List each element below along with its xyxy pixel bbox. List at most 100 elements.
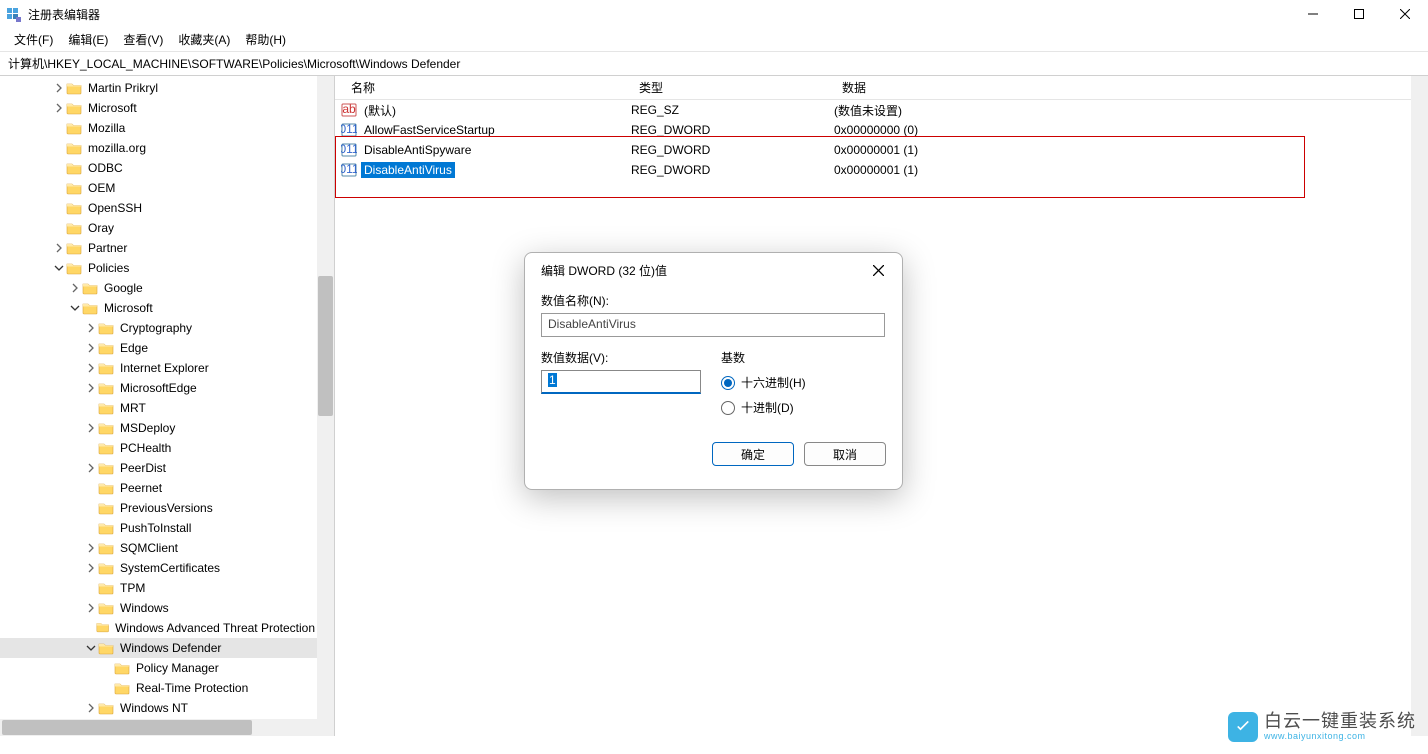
maximize-button[interactable] [1336, 0, 1382, 28]
tree-item[interactable]: Real-Time Protection [0, 678, 317, 698]
tree-item[interactable]: Partner [0, 238, 317, 258]
tree-item[interactable]: MRT [0, 398, 317, 418]
tree-item-label: SQMClient [118, 540, 180, 556]
tree-item[interactable]: ODBC [0, 158, 317, 178]
folder-icon [66, 121, 82, 135]
folder-icon [66, 261, 82, 275]
svg-text:011: 011 [341, 162, 357, 176]
tree-item[interactable]: PushToInstall [0, 518, 317, 538]
folder-icon [66, 141, 82, 155]
chevron-right-icon[interactable] [84, 701, 98, 715]
menu-view[interactable]: 查看(V) [117, 28, 169, 51]
column-data[interactable]: 数据 [834, 75, 1428, 100]
tree-item[interactable]: Mozilla [0, 118, 317, 138]
value-row[interactable]: 011DisableAntiVirusREG_DWORD0x00000001 (… [335, 160, 1428, 180]
ok-button[interactable]: 确定 [712, 442, 794, 466]
list-vertical-scrollbar[interactable] [1411, 76, 1428, 736]
tree-item[interactable]: SQMClient [0, 538, 317, 558]
list-body[interactable]: ab(默认)REG_SZ(数值未设置)011AllowFastServiceSt… [335, 100, 1428, 180]
tree-item[interactable]: Oray [0, 218, 317, 238]
tree-viewport[interactable]: Martin PrikrylMicrosoftMozillamozilla.or… [0, 76, 317, 719]
tree-item[interactable]: OEM [0, 178, 317, 198]
tree-item[interactable]: Microsoft [0, 98, 317, 118]
dialog-title: 编辑 DWORD (32 位)值 [541, 262, 864, 279]
chevron-right-icon[interactable] [84, 461, 98, 475]
chevron-right-icon[interactable] [52, 241, 66, 255]
tree-item-label: PeerDist [118, 460, 168, 476]
value-data-field[interactable]: 1 [541, 370, 701, 394]
menu-help[interactable]: 帮助(H) [239, 28, 292, 51]
menu-file[interactable]: 文件(F) [8, 28, 59, 51]
chevron-right-icon[interactable] [84, 341, 98, 355]
value-name-field[interactable]: DisableAntiVirus [541, 313, 885, 337]
tree-item[interactable]: PreviousVersions [0, 498, 317, 518]
tree-item[interactable]: Policies [0, 258, 317, 278]
column-type[interactable]: 类型 [631, 75, 834, 100]
tree-item-label: PreviousVersions [118, 500, 215, 516]
tree-item[interactable]: Google [0, 278, 317, 298]
radix-label: 基数 [721, 349, 806, 366]
tree-item[interactable]: TPM [0, 578, 317, 598]
dialog-close-button[interactable] [864, 257, 892, 285]
tree-item[interactable]: Edge [0, 338, 317, 358]
tree-item[interactable]: MicrosoftEdge [0, 378, 317, 398]
chevron-placeholder [100, 681, 114, 695]
tree-horizontal-scrollbar[interactable] [0, 719, 317, 736]
chevron-right-icon[interactable] [52, 101, 66, 115]
chevron-right-icon[interactable] [84, 421, 98, 435]
tree-item[interactable]: Microsoft [0, 298, 317, 318]
watermark-icon [1228, 712, 1258, 742]
tree-item[interactable]: Policy Manager [0, 658, 317, 678]
folder-icon [98, 641, 114, 655]
folder-icon [98, 361, 114, 375]
chevron-right-icon[interactable] [52, 81, 66, 95]
menu-favorites[interactable]: 收藏夹(A) [172, 28, 236, 51]
menu-edit[interactable]: 编辑(E) [62, 28, 114, 51]
tree-item[interactable]: Windows [0, 598, 317, 618]
tree-item-label: OEM [86, 180, 117, 196]
close-button[interactable] [1382, 0, 1428, 28]
tree-item[interactable]: Windows Advanced Threat Protection [0, 618, 317, 638]
radix-hex-option[interactable]: 十六进制(H) [721, 374, 806, 391]
chevron-placeholder [84, 621, 96, 635]
address-bar[interactable]: 计算机\HKEY_LOCAL_MACHINE\SOFTWARE\Policies… [0, 52, 1428, 76]
tree-item[interactable]: PeerDist [0, 458, 317, 478]
value-name: DisableAntiSpyware [361, 142, 474, 158]
tree-item[interactable]: OpenSSH [0, 198, 317, 218]
chevron-right-icon[interactable] [84, 601, 98, 615]
tree-item[interactable]: Windows Defender [0, 638, 317, 658]
tree-item[interactable]: SystemCertificates [0, 558, 317, 578]
chevron-placeholder [52, 181, 66, 195]
tree-item[interactable]: Windows NT [0, 698, 317, 718]
value-row[interactable]: 011AllowFastServiceStartupREG_DWORD0x000… [335, 120, 1428, 140]
tree-item[interactable]: mozilla.org [0, 138, 317, 158]
tree-vertical-scrollbar[interactable] [317, 76, 334, 719]
tree-item[interactable]: MSDeploy [0, 418, 317, 438]
chevron-right-icon[interactable] [68, 281, 82, 295]
chevron-right-icon[interactable] [84, 361, 98, 375]
column-name[interactable]: 名称 [335, 75, 631, 100]
tree-item[interactable]: Martin Prikryl [0, 78, 317, 98]
chevron-right-icon[interactable] [84, 381, 98, 395]
radix-dec-option[interactable]: 十进制(D) [721, 399, 806, 416]
cancel-button[interactable]: 取消 [804, 442, 886, 466]
folder-icon [66, 221, 82, 235]
tree-item[interactable]: PCHealth [0, 438, 317, 458]
folder-icon [98, 541, 114, 555]
tree-pane: Martin PrikrylMicrosoftMozillamozilla.or… [0, 76, 335, 736]
tree-item-label: MRT [118, 400, 148, 416]
value-row[interactable]: ab(默认)REG_SZ(数值未设置) [335, 100, 1428, 120]
tree-item[interactable]: Cryptography [0, 318, 317, 338]
value-row[interactable]: 011DisableAntiSpywareREG_DWORD0x00000001… [335, 140, 1428, 160]
chevron-right-icon[interactable] [84, 561, 98, 575]
chevron-down-icon[interactable] [52, 261, 66, 275]
folder-icon [114, 681, 130, 695]
minimize-button[interactable] [1290, 0, 1336, 28]
tree-item[interactable]: Peernet [0, 478, 317, 498]
chevron-right-icon[interactable] [84, 541, 98, 555]
chevron-down-icon[interactable] [68, 301, 82, 315]
chevron-right-icon[interactable] [84, 321, 98, 335]
chevron-down-icon[interactable] [84, 641, 98, 655]
folder-icon [98, 481, 114, 495]
tree-item[interactable]: Internet Explorer [0, 358, 317, 378]
